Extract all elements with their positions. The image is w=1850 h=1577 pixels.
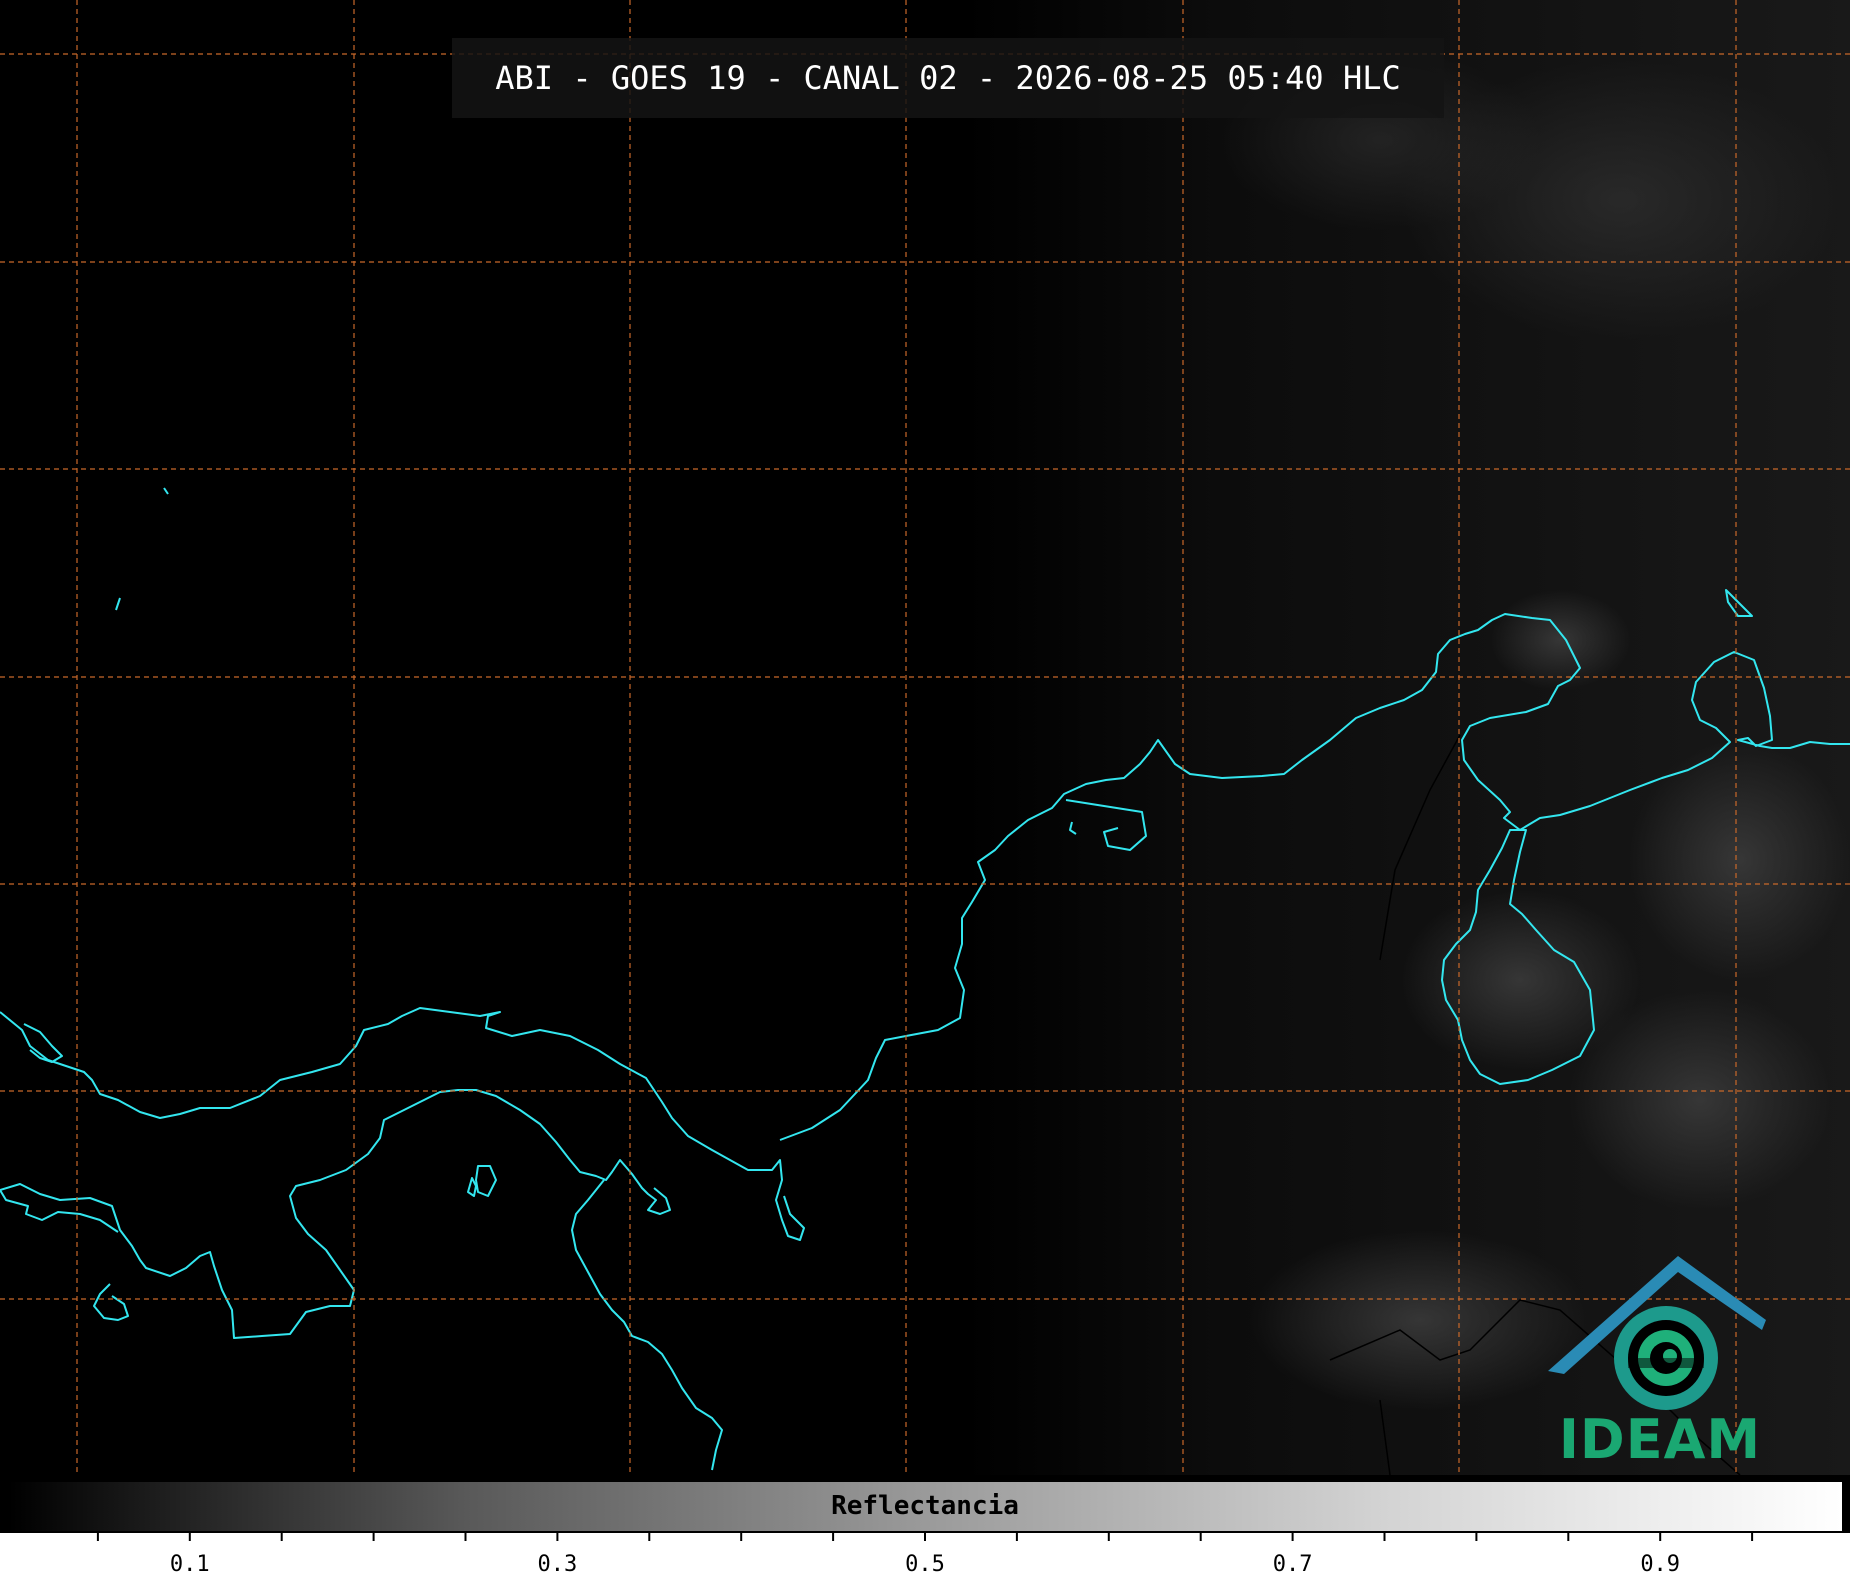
map-title: ABI - GOES 19 - CANAL 02 - 2026-08-25 05… <box>495 59 1401 97</box>
colorbar-tick-label: 0.9 <box>1640 1552 1681 1577</box>
colorbar-tick-label: 0.1 <box>169 1552 210 1577</box>
colorbar-scale: 0.1 0.3 0.5 0.7 0.9 <box>0 1533 1850 1577</box>
colorbar-tick-label: 0.7 <box>1272 1552 1313 1577</box>
colorbar: Reflectancia <box>6 1480 1844 1533</box>
title-panel: ABI - GOES 19 - CANAL 02 - 2026-08-25 05… <box>452 38 1444 118</box>
ideam-logo: IDEAM <box>1540 1250 1780 1475</box>
logo-text: IDEAM <box>1558 1408 1762 1471</box>
colorbar-tick-label: 0.3 <box>537 1552 578 1577</box>
colorbar-tick-label: 0.5 <box>905 1552 945 1577</box>
colorbar-label: Reflectancia <box>831 1491 1019 1521</box>
